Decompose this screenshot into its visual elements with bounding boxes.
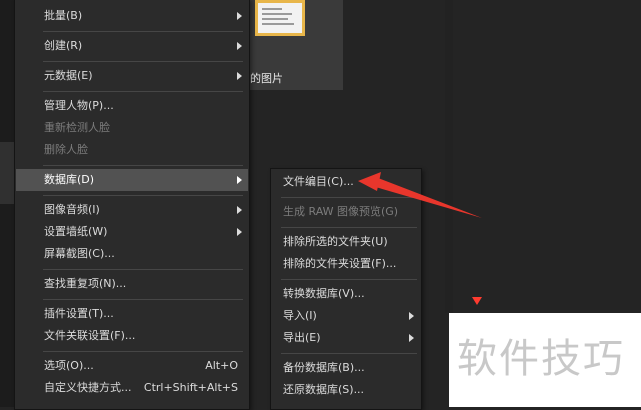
watermark-box: 软件技巧 [449, 313, 641, 407]
red-marker-icon [472, 297, 482, 305]
watermark-text: 软件技巧 [457, 336, 625, 382]
